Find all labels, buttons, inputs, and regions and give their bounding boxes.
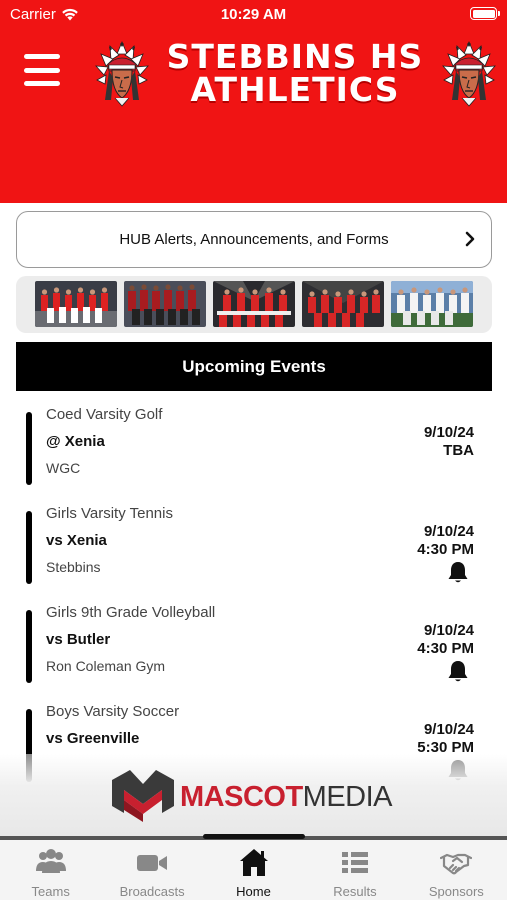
event-accent-bar [26,610,32,683]
tab-results[interactable]: Results [304,840,405,900]
tab-home[interactable]: Home [203,840,304,900]
tab-bar: Teams Broadcasts Home Results Sponsors [0,840,507,900]
event-row[interactable]: Coed Varsity Golf @ Xenia WGC 9/10/24 TB… [0,404,507,492]
sponsor-banner[interactable]: MASCOTMEDIA [0,754,507,836]
title-line-2: ATHLETICS [190,70,400,109]
tab-label: Teams [31,884,70,899]
team-photo-2[interactable] [124,281,206,327]
tab-broadcasts[interactable]: Broadcasts [101,840,202,900]
chief-headdress-logo-icon [95,40,149,107]
list-icon [341,852,368,873]
bell-icon[interactable] [447,659,469,683]
chevron-right-icon [465,231,475,247]
event-location: WGC [46,460,81,476]
event-accent-bar [26,412,32,485]
team-photo-carousel[interactable] [16,276,492,333]
hamburger-menu-icon[interactable] [24,54,60,86]
event-date: 9/10/24 [423,622,474,639]
team-photo-3[interactable] [213,281,295,327]
event-sport: Boys Varsity Soccer [46,703,180,720]
event-location: Stebbins [46,559,101,575]
upcoming-events-header: Upcoming Events [16,342,492,391]
chief-headdress-logo-icon [442,40,496,107]
tab-label: Broadcasts [119,884,185,899]
hub-alerts-button[interactable]: HUB Alerts, Announcements, and Forms [16,211,492,268]
event-row[interactable]: Girls Varsity Tennis vs Xenia Stebbins 9… [0,503,507,591]
event-date: 9/10/24 [423,523,474,540]
upcoming-events-title: Upcoming Events [182,356,326,376]
sponsor-wordmark: MASCOTMEDIA [180,781,393,814]
sponsor-word-2: MEDIA [302,781,393,813]
tab-label: Home [236,884,271,899]
event-location: Ron Coleman Gym [46,658,166,674]
handshake-icon [440,853,473,875]
sponsor-word-1: MASCOT [180,781,303,813]
battery-icon [470,7,500,20]
home-icon [239,849,268,876]
event-opponent: @ Xenia [46,433,105,450]
status-time: 10:29 AM [220,6,287,23]
event-row[interactable]: Girls 9th Grade Volleyball vs Butler Ron… [0,602,507,690]
event-time: 4:30 PM [417,541,474,558]
title-line-1: STEBBINS HS [166,37,424,76]
event-date: 9/10/24 [423,721,474,738]
event-opponent: vs Butler [46,631,111,648]
tab-label: Results [333,884,377,899]
event-sport: Girls 9th Grade Volleyball [46,604,216,621]
event-opponent: vs Greenville [46,730,140,747]
app-header: Carrier 10:29 AM STEBBINS HS ATHLETICS [0,0,507,203]
event-opponent: vs Xenia [46,532,107,549]
bell-icon[interactable] [447,560,469,584]
event-accent-bar [26,511,32,584]
mascot-media-m-logo-icon [112,770,174,822]
event-sport: Coed Varsity Golf [46,406,163,423]
team-photo-1[interactable] [35,281,117,327]
team-photo-5[interactable] [391,281,473,327]
tab-teams[interactable]: Teams [0,840,101,900]
people-icon [35,849,66,873]
team-photo-4[interactable] [302,281,384,327]
video-camera-icon [137,855,168,871]
event-sport: Girls Varsity Tennis [46,505,173,522]
status-bar: Carrier 10:29 AM [0,0,507,30]
hub-alerts-label: HUB Alerts, Announcements, and Forms [119,231,389,248]
event-date: 9/10/24 [423,424,474,441]
event-time: TBA [443,442,474,459]
home-indicator [203,834,305,839]
tab-sponsors[interactable]: Sponsors [406,840,507,900]
tab-label: Sponsors [428,884,484,899]
event-time: 4:30 PM [417,640,474,657]
page-title: STEBBINS HS ATHLETICS [150,40,440,106]
